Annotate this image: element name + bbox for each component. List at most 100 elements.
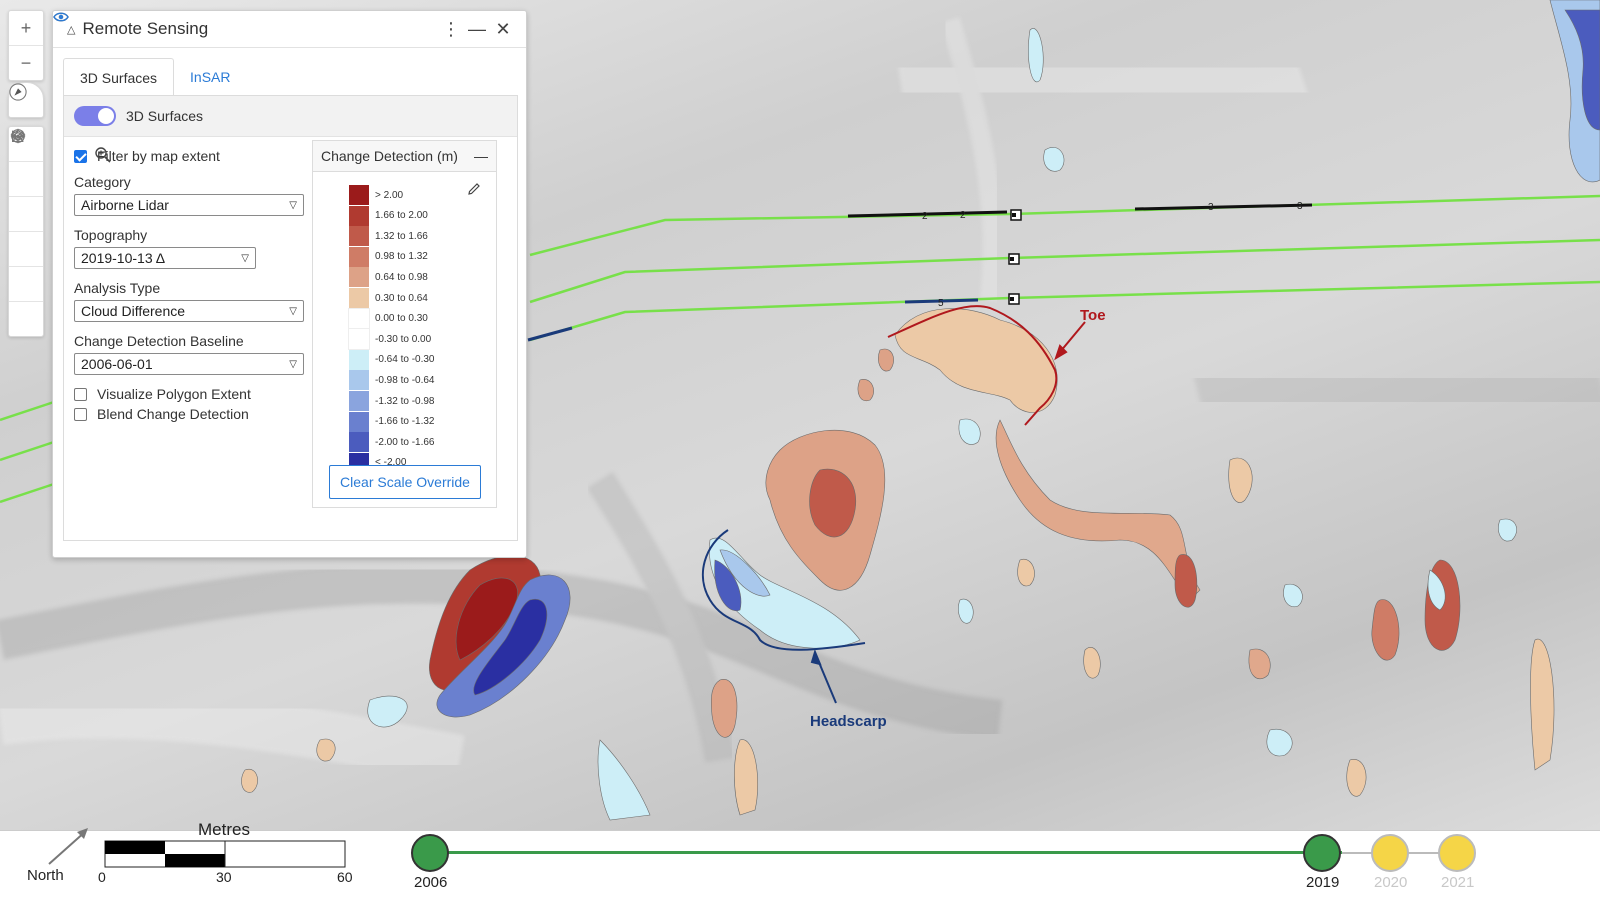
settings-form: Filter by map extent Category Airborne L… bbox=[74, 146, 304, 424]
minimize-icon[interactable]: — bbox=[464, 19, 490, 40]
analysis-type-select[interactable]: Cloud Difference ▽ bbox=[74, 300, 304, 322]
collapse-caret-icon[interactable]: △ bbox=[67, 23, 75, 36]
headscarp-label: Headscarp bbox=[810, 713, 887, 730]
segment-label: 5 bbox=[938, 298, 944, 309]
filter-extent-checkbox[interactable] bbox=[74, 149, 87, 163]
tab-insar[interactable]: InSAR bbox=[53, 12, 246, 96]
scale-tick: 30 bbox=[216, 869, 232, 885]
legend-item: -1.66 to -1.32 bbox=[349, 411, 434, 432]
map-view[interactable]: 2 2 3 3 5 Toe Headscarp + − △ Remote Sen… bbox=[0, 0, 1600, 830]
tab-label: 3D Surfaces bbox=[80, 69, 158, 86]
legend-swatch bbox=[349, 205, 369, 226]
panel-title: Remote Sensing bbox=[82, 19, 209, 38]
baseline-value: 2006-06-01 bbox=[81, 356, 153, 372]
scale-bar-title: Metres bbox=[198, 820, 250, 839]
chart-button[interactable] bbox=[9, 130, 43, 301]
legend-item: -0.30 to 0.00 bbox=[348, 328, 432, 351]
collapse-button[interactable] bbox=[9, 131, 43, 231]
filter-extent-label: Filter by map extent bbox=[97, 148, 220, 164]
legend-minimize-icon[interactable]: — bbox=[474, 148, 488, 164]
surfaces-toggle-row: 3D Surfaces bbox=[64, 96, 517, 137]
legend-swatch bbox=[349, 267, 369, 288]
visualize-extent-label: Visualize Polygon Extent bbox=[97, 386, 251, 402]
legend-label: 1.32 to 1.66 bbox=[375, 230, 428, 242]
legend-swatch bbox=[348, 328, 370, 351]
legend-item: 0.98 to 1.32 bbox=[349, 246, 428, 267]
legend-swatch bbox=[349, 370, 369, 391]
legend-label: -0.98 to -0.64 bbox=[375, 374, 435, 386]
panel-header: △ Remote Sensing ⋮ — ✕ bbox=[53, 11, 526, 48]
more-horizontal-icon bbox=[12, 134, 24, 138]
category-select[interactable]: Airborne Lidar ▽ bbox=[74, 194, 304, 216]
close-icon[interactable]: ✕ bbox=[490, 19, 516, 40]
tab-label: InSAR bbox=[190, 69, 231, 85]
compass-control bbox=[8, 82, 44, 118]
timeline-node-2006[interactable] bbox=[411, 834, 449, 872]
more-tools-button[interactable] bbox=[9, 134, 43, 336]
timeline-node-2019[interactable] bbox=[1303, 834, 1341, 872]
surfaces-toggle[interactable] bbox=[74, 106, 116, 126]
legend-swatch bbox=[349, 185, 369, 205]
segment-label: 2 bbox=[922, 211, 928, 222]
compass-icon bbox=[9, 83, 27, 101]
legend-label: 0.98 to 1.32 bbox=[375, 251, 428, 263]
tab-3d-surfaces[interactable]: 3D Surfaces bbox=[53, 12, 175, 96]
zoom-out-button[interactable]: − bbox=[9, 45, 43, 80]
zoom-controls: + − bbox=[8, 10, 44, 81]
clear-scale-override-button[interactable]: Clear Scale Override bbox=[329, 465, 481, 499]
timeline-node-2021[interactable] bbox=[1438, 834, 1476, 872]
legend-label: -2.00 to -1.66 bbox=[375, 436, 435, 448]
layers-button[interactable] bbox=[9, 129, 43, 196]
topography-select[interactable]: 2019-10-13 Δ ▽ bbox=[74, 247, 256, 269]
timeline-node-2020[interactable] bbox=[1371, 834, 1409, 872]
legend-item: -0.64 to -0.30 bbox=[349, 349, 435, 370]
baseline-label: Change Detection Baseline bbox=[74, 333, 244, 349]
blend-checkbox[interactable] bbox=[74, 407, 87, 421]
legend-label: -0.64 to -0.30 bbox=[375, 354, 435, 366]
timeline-year: 2020 bbox=[1374, 874, 1408, 891]
legend-label: 0.64 to 0.98 bbox=[375, 271, 428, 283]
toe-label: Toe bbox=[1080, 307, 1106, 324]
legend-label: 1.66 to 2.00 bbox=[375, 210, 428, 222]
baseline-select[interactable]: 2006-06-01 ▽ bbox=[74, 353, 304, 375]
legend-label: > 2.00 bbox=[375, 189, 404, 201]
legend-item: 1.66 to 2.00 bbox=[349, 205, 428, 226]
category-value: Airborne Lidar bbox=[81, 197, 169, 213]
legend-label: 0.00 to 0.30 bbox=[375, 313, 428, 325]
legend-header: Change Detection (m) — bbox=[313, 141, 496, 172]
eye-icon bbox=[53, 12, 69, 22]
timeline-year: 2006 bbox=[414, 874, 448, 891]
legend-label: -1.32 to -0.98 bbox=[375, 395, 435, 407]
visualize-extent-checkbox[interactable] bbox=[74, 387, 87, 401]
pencil-icon bbox=[468, 183, 480, 195]
lighting-button[interactable] bbox=[9, 128, 43, 266]
tool-rail bbox=[8, 126, 44, 337]
zoom-to-icon[interactable] bbox=[94, 146, 112, 164]
legend-item: 0.64 to 0.98 bbox=[349, 267, 428, 288]
analysis-type-label: Analysis Type bbox=[74, 280, 161, 296]
timeline-year: 2021 bbox=[1441, 874, 1475, 891]
zoom-in-button[interactable]: + bbox=[9, 11, 43, 45]
panel-tabs: 3D Surfaces InSAR bbox=[53, 12, 526, 96]
legend-swatch bbox=[349, 288, 369, 308]
legend-title: Change Detection (m) bbox=[321, 148, 458, 164]
legend-label: 0.30 to 0.64 bbox=[375, 292, 428, 304]
legend-item: -1.32 to -0.98 bbox=[349, 391, 434, 411]
edit-scale-button[interactable] bbox=[466, 181, 490, 205]
legend-swatch bbox=[349, 226, 369, 247]
segment-label: 3 bbox=[1297, 201, 1303, 212]
survey-markers[interactable] bbox=[1008, 209, 1022, 305]
scale-bar bbox=[104, 840, 346, 868]
legend-swatch bbox=[349, 411, 369, 432]
legend-item: 0.30 to 0.64 bbox=[349, 288, 428, 308]
chevron-down-icon: ▽ bbox=[289, 358, 297, 370]
more-vertical-icon[interactable]: ⋮ bbox=[438, 19, 464, 40]
legend-label: -0.30 to 0.00 bbox=[375, 333, 432, 345]
blend-label: Blend Change Detection bbox=[97, 406, 249, 422]
bottom-bar: North Metres 0 30 60 2006 2019 2020 2021 bbox=[0, 820, 1600, 917]
compass-button[interactable] bbox=[9, 83, 43, 117]
north-arrow-icon bbox=[48, 828, 88, 865]
scale-tick: 60 bbox=[337, 869, 353, 885]
blend-row: Blend Change Detection bbox=[74, 404, 304, 424]
segment-label: 2 bbox=[960, 210, 966, 221]
